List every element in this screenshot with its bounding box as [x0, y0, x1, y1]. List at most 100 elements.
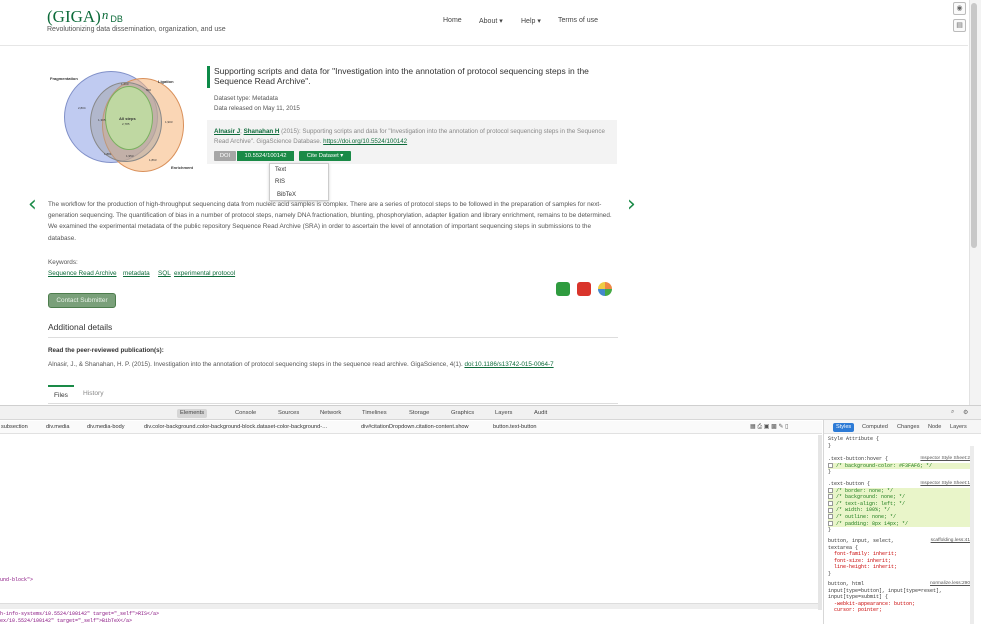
citation-doi-link[interactable]: https://doi.org/10.5524/100142 [323, 138, 407, 145]
css-property[interactable]: -webkit-appearance: button; [828, 601, 970, 608]
css-property[interactable]: /* text-align: left; */ [836, 501, 905, 507]
venn-number: 1,881 [104, 152, 112, 156]
doi-value-badge[interactable]: 10.5524/100142 [237, 151, 294, 161]
gear-icon[interactable]: ⚙ [963, 409, 968, 416]
property-checkbox[interactable] [828, 520, 833, 526]
tab-node[interactable]: Node [925, 423, 944, 432]
keyword-link[interactable]: experimental protocol [174, 270, 235, 277]
breadcrumb-item[interactable]: div.media [46, 421, 70, 433]
tab-changes[interactable]: Changes [894, 423, 922, 432]
property-checkbox[interactable] [828, 487, 833, 493]
share-icon-green[interactable] [556, 282, 570, 296]
inspector-tab-console[interactable]: Console [232, 409, 259, 418]
cite-menu-ris[interactable]: RIS [275, 179, 285, 185]
dom-horizontal-scrollbar[interactable] [0, 603, 818, 609]
inspector-tab-layers[interactable]: Layers [492, 409, 515, 418]
css-property[interactable]: /* background: none; */ [836, 494, 905, 500]
css-property[interactable]: /* background-color: #F3FAF6; */ [836, 463, 932, 469]
share-icon-multicolor[interactable] [598, 282, 612, 296]
search-icon[interactable]: ⌕ [951, 409, 954, 416]
breadcrumb-item[interactable]: div.media-body [87, 421, 125, 433]
inspector-tab-network[interactable]: Network [317, 409, 344, 418]
keyword-link[interactable]: Sequence Read Archive [48, 270, 117, 277]
styles-sidebar: Styles Computed Changes Node Layers Styl… [823, 420, 981, 624]
breadcrumb-item[interactable]: div#citationDropdown.citation-content.sh… [361, 421, 469, 433]
share-icon-red[interactable] [577, 282, 591, 296]
css-property[interactable]: /* padding: 8px 14px; */ [836, 521, 908, 527]
property-checkbox[interactable] [828, 494, 833, 500]
css-rule-hover[interactable]: .text-button:hover { Inspector Style She… [828, 456, 970, 476]
layout-icons[interactable]: ▦ ⎙ ▣ ▩ ✎ ▯ [750, 421, 788, 433]
tab-layers[interactable]: Layers [947, 423, 970, 432]
keyword-link[interactable]: metadata [123, 270, 150, 277]
css-property[interactable]: font-family: inherit; [828, 551, 970, 558]
nav-home[interactable]: Home [443, 17, 462, 24]
inspector-tab-elements[interactable]: Elements [177, 409, 208, 418]
css-property[interactable]: /* width: 100%; */ [836, 507, 890, 513]
inspector-tab-timelines[interactable]: Timelines [359, 409, 390, 418]
rule-selector: input[type=button], input[type=reset], [828, 587, 943, 594]
css-rule-button-html[interactable]: button, html normalize.less:290 input[ty… [828, 581, 970, 614]
breadcrumb-item[interactable]: subsection [1, 421, 28, 433]
property-checkbox[interactable] [828, 514, 833, 520]
doi-label-badge: DOI [214, 151, 236, 161]
author-link[interactable]: Alnasir J [214, 128, 240, 135]
inspector-tab-graphics[interactable]: Graphics [448, 409, 477, 418]
cite-menu-bibtex[interactable]: BibTeX [277, 192, 296, 198]
nav-about[interactable]: About ▾ [479, 17, 503, 25]
dom-code-line[interactable]: ex/10.5524/100142" target="_self">BibTeX… [0, 618, 132, 624]
dom-vertical-scrollbar[interactable] [818, 435, 822, 610]
gigadb-logo[interactable]: (GIGA)n DB [47, 7, 123, 27]
property-checkbox[interactable] [828, 500, 833, 506]
rule-source-link[interactable]: Inspector Style Sheet:1 [920, 481, 970, 488]
css-rule-button-input[interactable]: button, input, select, scaffolding.less:… [828, 538, 970, 578]
rule-source-link[interactable]: normalize.less:290 [930, 581, 970, 588]
property-checkbox[interactable] [828, 507, 833, 513]
inspector-tab-sources[interactable]: Sources [275, 409, 302, 418]
css-property[interactable]: cursor: pointer; [828, 607, 970, 614]
author-link[interactable]: Shanahan H [244, 128, 280, 135]
note-icon[interactable]: ▤ [953, 19, 966, 32]
inspector-tab-bar: Elements Console Sources Network Timelin… [0, 406, 981, 420]
tab-styles[interactable]: Styles [833, 423, 855, 432]
chevron-right-icon[interactable]: › [627, 194, 637, 216]
chevron-left-icon[interactable]: ‹ [28, 194, 38, 216]
venn-number: 1,903 [165, 120, 173, 124]
venn-number: 506 [146, 88, 152, 92]
css-property[interactable]: /* outline: none; */ [836, 514, 896, 520]
css-property[interactable]: /* border: none; */ [836, 488, 893, 494]
inspector-tab-storage[interactable]: Storage [406, 409, 432, 418]
css-property[interactable]: font-size: inherit; [828, 558, 970, 565]
tab-computed[interactable]: Computed [859, 423, 891, 432]
site-tagline: Revolutionizing data dissemination, orga… [47, 26, 226, 33]
logo-db-text: DB [110, 14, 123, 24]
rule-close-brace: } [828, 527, 832, 534]
page-scrollbar-thumb[interactable] [971, 3, 977, 248]
style-attribute-rule[interactable]: Style Attribute { } [828, 436, 970, 449]
property-checkbox[interactable] [828, 462, 833, 468]
venn-label-enrichment: Enrichment [171, 165, 194, 170]
venn-number: 1,200 [121, 82, 129, 86]
contact-submitter-button[interactable]: Contact Submitter [48, 293, 116, 308]
inspector-tab-audit[interactable]: Audit [531, 409, 550, 418]
breadcrumb-item[interactable]: div.color-background.color-background-bl… [144, 421, 340, 433]
css-property[interactable]: line-height: inherit; [828, 564, 970, 571]
nav-help[interactable]: Help ▾ [521, 17, 541, 25]
keyword-link[interactable]: SQL [158, 270, 171, 277]
css-rule-text-button[interactable]: .text-button { Inspector Style Sheet:1 /… [828, 481, 970, 534]
cite-menu-text[interactable]: Text [275, 167, 286, 173]
cite-dataset-button[interactable]: Cite Dataset ▾ [299, 151, 351, 161]
venn-number: 1,863 [149, 158, 157, 162]
dom-code-line[interactable]: h-info-systems/10.5524/100142" target="_… [0, 611, 159, 617]
eye-icon[interactable]: ◉ [953, 2, 966, 15]
publication-doi-link[interactable]: doi:10.1186/s13742-015-0064-7 [464, 361, 553, 368]
rule-source-link[interactable]: scaffolding.less:41 [931, 538, 970, 545]
tab-files[interactable]: Files [48, 385, 74, 403]
nav-terms[interactable]: Terms of use [558, 17, 598, 24]
breadcrumb-item[interactable]: button.text-button [493, 421, 537, 433]
dom-code-line[interactable]: und-block"> [0, 577, 33, 583]
styles-scrollbar[interactable] [970, 446, 974, 624]
rule-source-link[interactable]: Inspector Style Sheet:2 [920, 456, 970, 463]
citation-text: Alnasir J; Shanahan H (2015): Supporting… [214, 127, 614, 147]
tab-history[interactable]: History [77, 385, 110, 403]
